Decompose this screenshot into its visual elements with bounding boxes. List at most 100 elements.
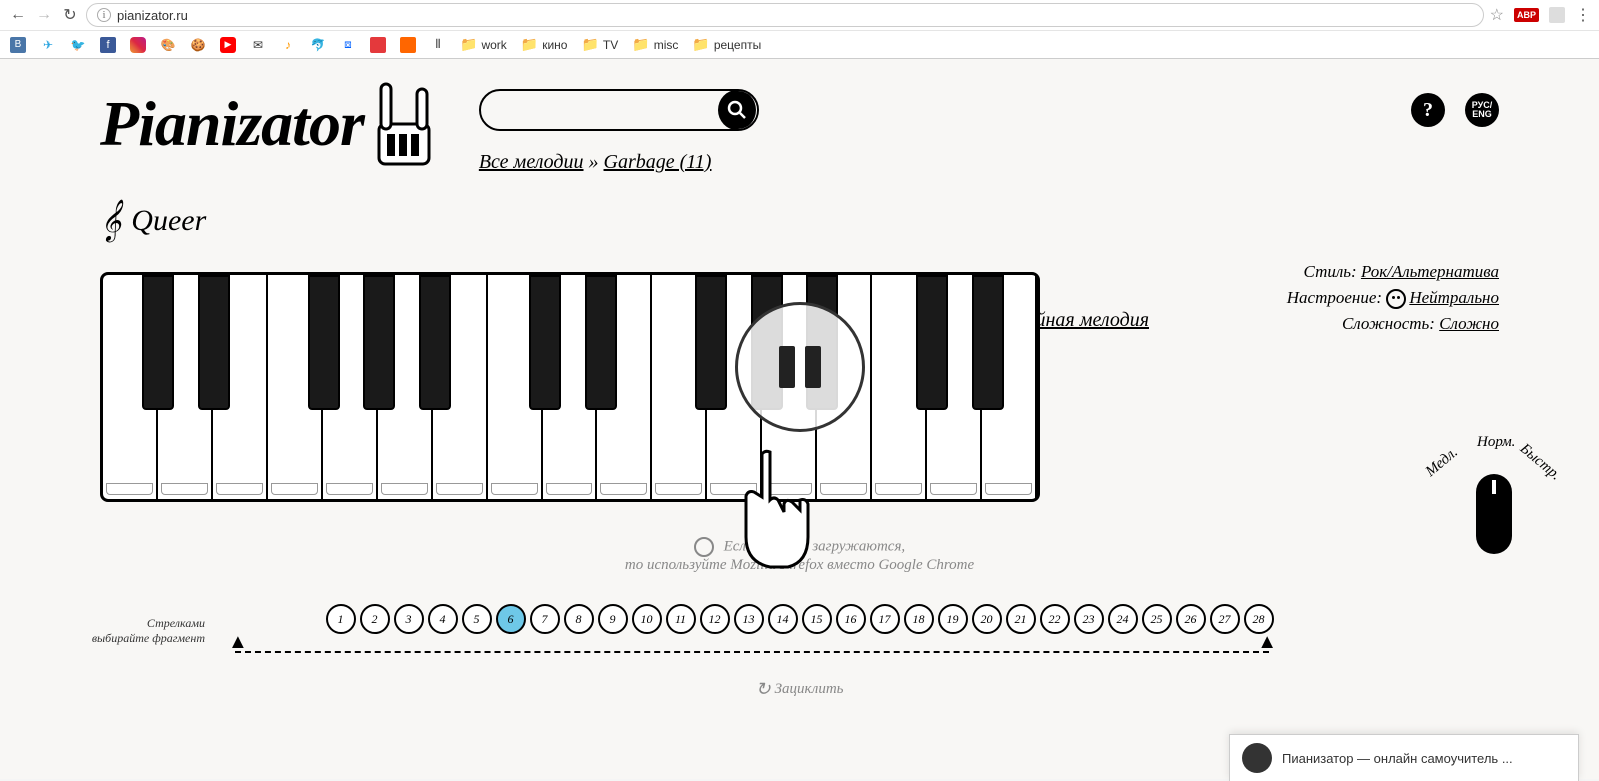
fragment-button[interactable]: 19: [938, 604, 968, 634]
fragment-button[interactable]: 22: [1040, 604, 1070, 634]
bookmark-telegram[interactable]: ✈: [40, 37, 56, 53]
fragment-button[interactable]: 14: [768, 604, 798, 634]
pause-button[interactable]: [735, 302, 865, 432]
fragment-button[interactable]: 9: [598, 604, 628, 634]
bookmark-item[interactable]: ♪: [280, 37, 296, 53]
bookmark-facebook[interactable]: f: [100, 37, 116, 53]
fragment-button[interactable]: 3: [394, 604, 424, 634]
search-icon: [727, 100, 747, 120]
bookmark-item[interactable]: 🎨: [160, 37, 176, 53]
search-input[interactable]: [481, 101, 718, 119]
fragment-button[interactable]: 11: [666, 604, 696, 634]
fragment-button[interactable]: 2: [360, 604, 390, 634]
fragment-button[interactable]: 10: [632, 604, 662, 634]
black-key[interactable]: [695, 275, 727, 410]
fragment-row: 1234567891011121314151617181920212223242…: [100, 604, 1499, 634]
search-button[interactable]: [718, 90, 756, 130]
language-toggle-button[interactable]: РУС/ ENG: [1465, 93, 1499, 127]
piano-keyboard: [100, 272, 1040, 502]
breadcrumb: Все мелодии » Garbage (11): [479, 151, 1499, 174]
bookmark-folder-kino[interactable]: 📁кино: [521, 36, 568, 53]
bookmark-item[interactable]: ✉: [250, 37, 266, 53]
abp-extension-icon[interactable]: ABP: [1514, 8, 1539, 22]
bookmark-folder-work[interactable]: 📁work: [460, 36, 507, 53]
bookmarks-bar: B ✈ 🐦 f 🎨 🍪 ▶ ✉ ♪ 🐬 ⧈ ⫴ 📁work 📁кино 📁TV …: [0, 30, 1599, 58]
piano-wrap: [100, 272, 1499, 502]
fragment-button[interactable]: 15: [802, 604, 832, 634]
fragment-button[interactable]: 13: [734, 604, 764, 634]
fragment-button[interactable]: 5: [462, 604, 492, 634]
black-key[interactable]: [198, 275, 230, 410]
firefox-icon: [694, 537, 714, 557]
black-key[interactable]: [916, 275, 948, 410]
fragment-button[interactable]: 24: [1108, 604, 1138, 634]
fragment-button[interactable]: 17: [870, 604, 900, 634]
bookmark-dropbox[interactable]: ⧈: [340, 37, 356, 53]
black-key[interactable]: [308, 275, 340, 410]
tempo-norm-label: Норм.: [1477, 434, 1515, 451]
black-key[interactable]: [529, 275, 561, 410]
bookmark-vk[interactable]: B: [10, 37, 26, 53]
url-text: pianizator.ru: [117, 8, 188, 23]
breadcrumb-artist[interactable]: Garbage (11): [604, 151, 712, 173]
bookmark-star-icon[interactable]: ☆: [1490, 5, 1504, 25]
fragment-button[interactable]: 16: [836, 604, 866, 634]
fragment-button[interactable]: 1: [326, 604, 356, 634]
reload-button[interactable]: ↻: [60, 5, 80, 25]
bookmark-item[interactable]: 🍪: [190, 37, 206, 53]
back-button[interactable]: ←: [8, 5, 28, 25]
bookmark-item[interactable]: 🐬: [310, 37, 326, 53]
extension-icon[interactable]: [1549, 7, 1565, 23]
fragment-button[interactable]: 18: [904, 604, 934, 634]
fragment-button[interactable]: 7: [530, 604, 560, 634]
fragment-button[interactable]: 8: [564, 604, 594, 634]
widget-avatar-icon: [1242, 743, 1272, 773]
black-key[interactable]: [363, 275, 395, 410]
logo[interactable]: Pianizator: [100, 79, 439, 169]
tempo-knob[interactable]: [1476, 474, 1512, 554]
black-key[interactable]: [142, 275, 174, 410]
browser-toolbar: ← → ↻ i pianizator.ru ☆ ABP ⋮: [0, 0, 1599, 30]
black-key[interactable]: [585, 275, 617, 410]
arrow-up-icon: ▲: [1257, 631, 1277, 654]
fragment-button[interactable]: 23: [1074, 604, 1104, 634]
bookmark-folder-tv[interactable]: 📁TV: [581, 36, 618, 53]
fragment-selector: Стрелками выбирайте фрагмент 12345678910…: [100, 604, 1499, 669]
loop-button[interactable]: ↻Зациклить: [100, 679, 1499, 700]
black-key[interactable]: [972, 275, 1004, 410]
fragment-button[interactable]: 28: [1244, 604, 1274, 634]
site-info-icon[interactable]: i: [97, 8, 111, 22]
pause-icon: [805, 346, 821, 388]
bookmark-folder-recipes[interactable]: 📁рецепты: [692, 36, 761, 53]
fragment-button[interactable]: 20: [972, 604, 1002, 634]
tempo-slow-label: Медл.: [1423, 444, 1462, 480]
bookmark-twitter[interactable]: 🐦: [70, 37, 86, 53]
menu-dots-icon[interactable]: ⋮: [1575, 5, 1591, 25]
black-key[interactable]: [419, 275, 451, 410]
breadcrumb-all-melodies[interactable]: Все мелодии: [479, 151, 584, 173]
fragment-button[interactable]: 27: [1210, 604, 1240, 634]
bookmark-item[interactable]: [370, 37, 386, 53]
fragment-button[interactable]: 4: [428, 604, 458, 634]
page-content: Pianizator ? РУС/ ENG: [0, 59, 1599, 779]
fragment-button[interactable]: 21: [1006, 604, 1036, 634]
bookmark-instagram[interactable]: [130, 37, 146, 53]
treble-clef-icon: 𝄞: [100, 199, 121, 242]
forward-button[interactable]: →: [34, 5, 54, 25]
bookmark-item[interactable]: ⫴: [430, 37, 446, 53]
floating-widget[interactable]: Пианизатор — онлайн самоучитель ...: [1229, 734, 1579, 781]
song-title: 𝄞 Queer: [100, 199, 1499, 242]
bookmark-youtube[interactable]: ▶: [220, 37, 236, 53]
tempo-fast-label: Быстр.: [1516, 441, 1564, 485]
fragment-button[interactable]: 26: [1176, 604, 1206, 634]
tempo-control: Медл. Норм. Быстр.: [1429, 439, 1559, 554]
bookmark-item[interactable]: [400, 37, 416, 53]
fragment-button[interactable]: 12: [700, 604, 730, 634]
search-box: [479, 89, 759, 131]
rock-hand-icon: [369, 79, 439, 169]
help-button[interactable]: ?: [1411, 93, 1445, 127]
url-bar[interactable]: i pianizator.ru: [86, 3, 1484, 27]
fragment-button[interactable]: 6: [496, 604, 526, 634]
bookmark-folder-misc[interactable]: 📁misc: [632, 36, 678, 53]
fragment-button[interactable]: 25: [1142, 604, 1172, 634]
